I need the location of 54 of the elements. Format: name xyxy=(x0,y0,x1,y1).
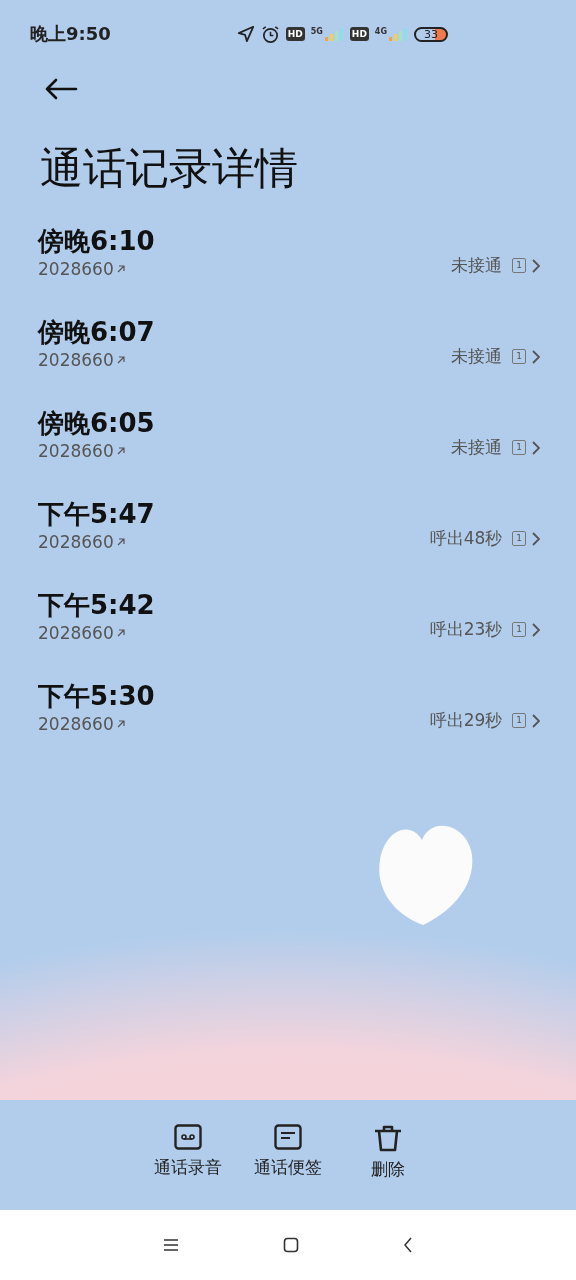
page-title: 通话记录详情 xyxy=(40,142,299,195)
network-label: 5G xyxy=(310,27,323,36)
call-result: 未接通 xyxy=(451,436,503,459)
phone-number: 2028660 xyxy=(38,531,114,553)
menu-icon[interactable] xyxy=(163,1238,179,1252)
call-recording-button[interactable]: 通话录音 xyxy=(150,1124,226,1210)
phone-number: 2028660 xyxy=(38,440,114,462)
chevron-right-icon[interactable] xyxy=(532,258,540,273)
back-arrow-icon[interactable] xyxy=(44,78,78,100)
chevron-right-icon[interactable] xyxy=(532,349,540,364)
outgoing-arrow-icon xyxy=(115,537,126,547)
sim-badge: 1 xyxy=(512,713,526,728)
call-result: 呼出23秒 xyxy=(429,618,503,641)
home-icon[interactable] xyxy=(283,1237,299,1253)
call-result: 呼出29秒 xyxy=(429,709,503,732)
trash-icon xyxy=(373,1124,403,1152)
back-icon[interactable] xyxy=(403,1237,413,1253)
call-result: 未接通 xyxy=(451,345,503,368)
sim-badge: 1 xyxy=(512,440,526,455)
sim-badge: 1 xyxy=(512,258,526,273)
call-time: 下午5:42 xyxy=(38,589,155,622)
call-result: 未接通 xyxy=(451,254,503,277)
phone-number: 2028660 xyxy=(38,349,114,371)
outgoing-arrow-icon xyxy=(115,355,126,365)
call-time: 傍晚6:10 xyxy=(38,225,155,258)
voicemail-icon xyxy=(174,1124,202,1150)
location-icon xyxy=(236,25,255,43)
phone-number: 2028660 xyxy=(38,622,114,644)
sim-badge: 1 xyxy=(512,349,526,364)
phone-number: 2028660 xyxy=(38,258,114,280)
chevron-right-icon[interactable] xyxy=(532,531,540,546)
signal-icon xyxy=(388,27,408,41)
outgoing-arrow-icon xyxy=(115,446,126,456)
sim-badge: 1 xyxy=(512,622,526,637)
call-time: 下午5:47 xyxy=(38,498,155,531)
signal-icon xyxy=(323,27,344,41)
call-time: 下午5:30 xyxy=(38,680,155,713)
call-time: 傍晚6:07 xyxy=(38,316,155,349)
delete-button[interactable]: 删除 xyxy=(350,1124,426,1210)
chevron-right-icon[interactable] xyxy=(532,622,540,637)
call-time: 傍晚6:05 xyxy=(38,407,155,440)
sim-badge: 1 xyxy=(512,531,526,546)
outgoing-arrow-icon xyxy=(115,264,126,274)
status-time: 晚上9:50 xyxy=(30,22,111,46)
call-result: 呼出48秒 xyxy=(429,527,503,550)
chevron-right-icon[interactable] xyxy=(532,440,540,455)
phone-number: 2028660 xyxy=(38,713,114,735)
alarm-icon xyxy=(260,24,280,44)
note-icon xyxy=(274,1124,302,1150)
outgoing-arrow-icon xyxy=(115,628,126,638)
network-label: 4G xyxy=(374,27,387,36)
chevron-right-icon[interactable] xyxy=(532,713,540,728)
outgoing-arrow-icon xyxy=(115,719,126,729)
call-note-button[interactable]: 通话便签 xyxy=(250,1124,326,1210)
